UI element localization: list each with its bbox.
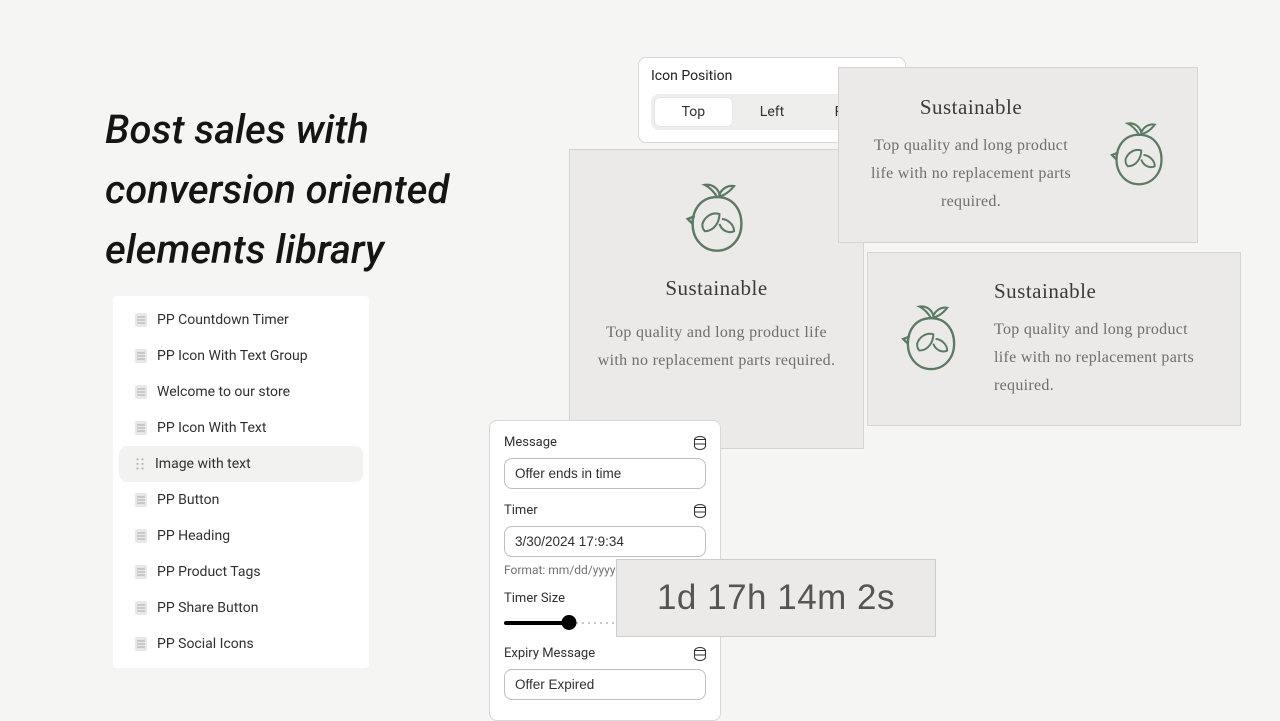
element-item[interactable]: PP Icon With Text Group xyxy=(113,338,369,374)
block-icon xyxy=(135,637,147,651)
eco-globe-icon xyxy=(894,296,968,382)
slider-fill xyxy=(504,621,569,625)
feature-body: Top quality and long product life with n… xyxy=(994,316,1214,400)
element-item[interactable]: PP Icon With Text xyxy=(113,410,369,446)
icon-position-left[interactable]: Left xyxy=(733,97,812,127)
drag-handle-icon[interactable] xyxy=(135,457,145,471)
element-item[interactable]: PP Social Icons xyxy=(113,626,369,662)
element-label: PP Heading xyxy=(157,528,230,544)
feature-title: Sustainable xyxy=(861,95,1081,120)
feature-title: Sustainable xyxy=(665,276,767,301)
element-item[interactable]: Welcome to our store xyxy=(113,374,369,410)
feature-card-icon-right: Sustainable Top quality and long product… xyxy=(838,67,1198,243)
countdown-preview: 1d 17h 14m 2s xyxy=(616,559,936,637)
element-label: PP Button xyxy=(157,492,219,508)
element-label: PP Share Button xyxy=(157,600,258,616)
config-expiry-label: Expiry Message xyxy=(504,646,595,661)
element-label: PP Icon With Text xyxy=(157,420,266,436)
block-icon xyxy=(135,313,147,327)
icon-position-top[interactable]: Top xyxy=(654,97,733,127)
element-label: Welcome to our store xyxy=(157,384,290,400)
dynamic-source-icon[interactable] xyxy=(694,647,706,661)
slider-thumb[interactable] xyxy=(561,615,576,630)
element-label: Image with text xyxy=(155,456,251,472)
feature-body: Top quality and long product life with n… xyxy=(592,319,841,375)
element-item[interactable]: PP Countdown Timer xyxy=(113,302,369,338)
block-icon xyxy=(135,529,147,543)
config-timer-size-label: Timer Size xyxy=(504,591,565,606)
config-message-label: Message xyxy=(504,435,557,450)
feature-body: Top quality and long product life with n… xyxy=(861,132,1081,216)
block-icon xyxy=(135,349,147,363)
feature-card-icon-top: Sustainable Top quality and long product… xyxy=(569,149,864,449)
element-item[interactable]: PP Button xyxy=(113,482,369,518)
eco-globe-icon xyxy=(1103,113,1175,197)
block-icon xyxy=(135,421,147,435)
expiry-message-input[interactable] xyxy=(504,669,706,700)
element-item-selected[interactable]: Image with text xyxy=(119,446,363,482)
element-label: PP Countdown Timer xyxy=(157,312,289,328)
config-timer-label: Timer xyxy=(504,503,538,518)
block-icon xyxy=(135,385,147,399)
feature-card-icon-left: Sustainable Top quality and long product… xyxy=(867,252,1241,426)
eco-globe-icon xyxy=(678,180,756,258)
block-icon xyxy=(135,601,147,615)
timer-input[interactable] xyxy=(504,526,706,557)
element-item[interactable]: PP Heading xyxy=(113,518,369,554)
element-label: PP Social Icons xyxy=(157,636,254,652)
element-item[interactable]: PP Product Tags xyxy=(113,554,369,590)
feature-title: Sustainable xyxy=(994,279,1214,304)
page-headline: Bost sales with conversion oriented elem… xyxy=(105,100,525,280)
dynamic-source-icon[interactable] xyxy=(694,504,706,518)
element-item[interactable]: PP Share Button xyxy=(113,590,369,626)
element-label: PP Product Tags xyxy=(157,564,261,580)
block-icon xyxy=(135,565,147,579)
elements-list: PP Countdown Timer PP Icon With Text Gro… xyxy=(113,296,369,668)
element-label: PP Icon With Text Group xyxy=(157,348,308,364)
block-icon xyxy=(135,493,147,507)
message-input[interactable] xyxy=(504,458,706,489)
dynamic-source-icon[interactable] xyxy=(694,436,706,450)
